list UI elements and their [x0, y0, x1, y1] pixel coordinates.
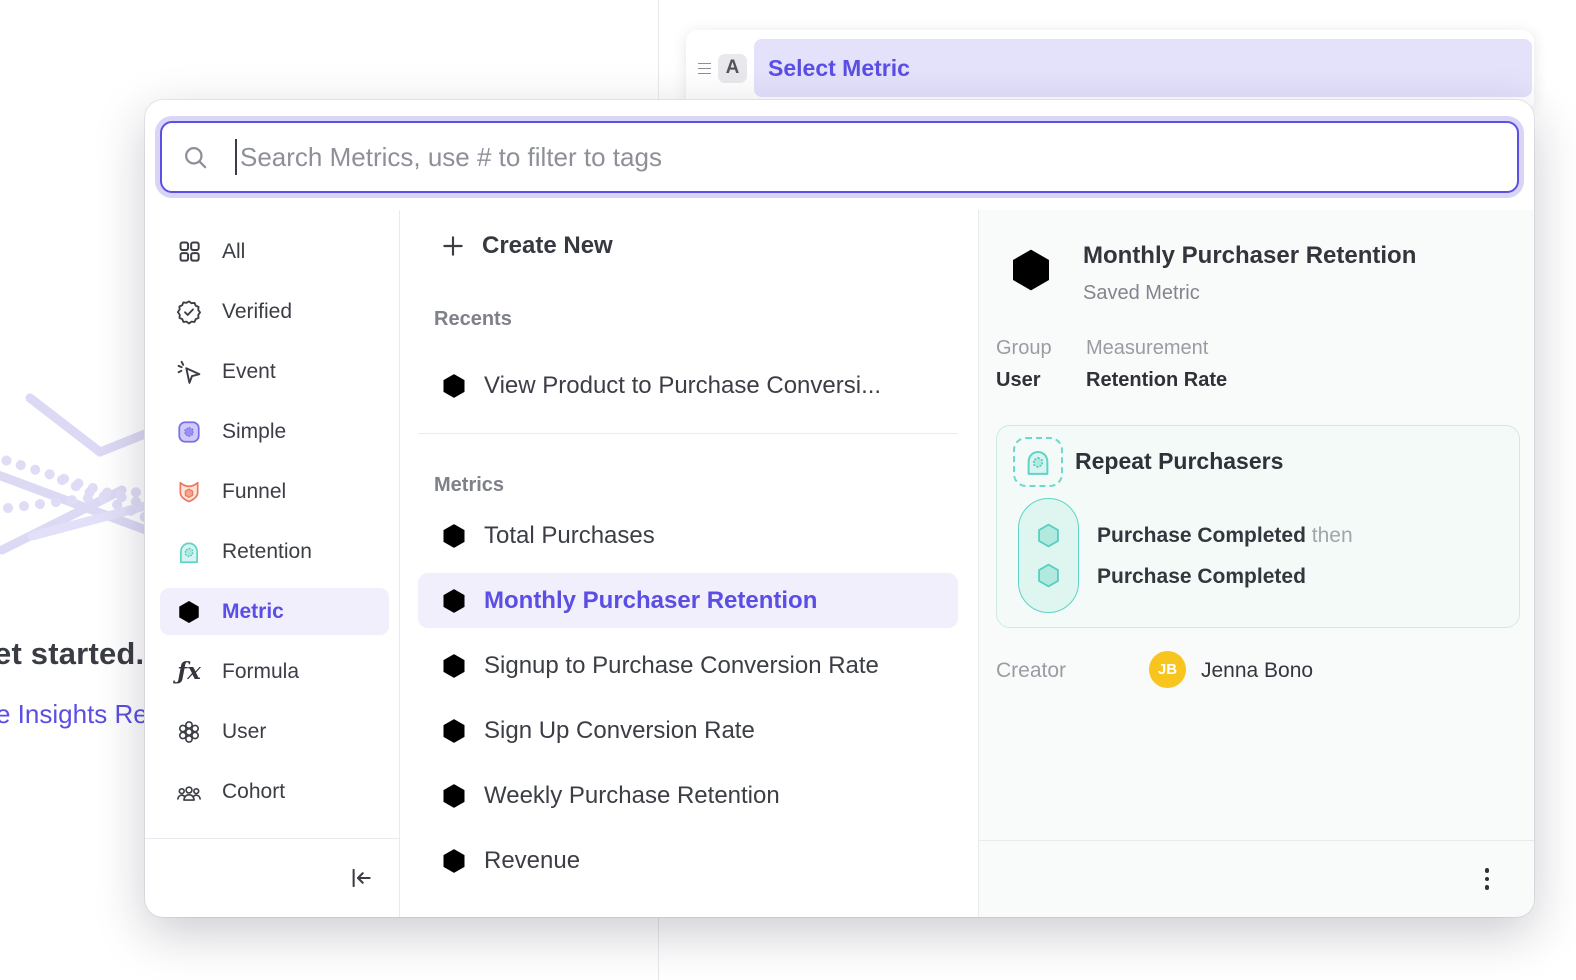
metric-row-label: Weekly Purchase Retention	[484, 782, 780, 810]
plus-icon	[440, 233, 466, 259]
sidebar-item-verified[interactable]: Verified	[160, 288, 389, 335]
sidebar-item-label: Verified	[222, 300, 292, 324]
background-link-partial[interactable]: e Insights Re	[0, 699, 148, 730]
definition-step-2: Purchase Completed	[1097, 565, 1306, 589]
measurement-label: Measurement	[1086, 337, 1208, 360]
sidebar-item-retention[interactable]: Retention	[160, 528, 389, 575]
metric-hexagon-icon	[176, 599, 202, 625]
step-connector: then	[1312, 524, 1353, 547]
metric-hexagon-icon	[440, 782, 468, 810]
metric-row-label: Monthly Purchaser Retention	[484, 587, 817, 615]
metric-row-label: Sign Up Conversion Rate	[484, 717, 755, 745]
funnel-icon	[176, 479, 202, 505]
search-bar[interactable]	[160, 121, 1519, 193]
creator-avatar: JB	[1149, 651, 1186, 688]
sidebar-item-label: User	[222, 720, 266, 744]
select-metric-button[interactable]: Select Metric	[754, 39, 1532, 97]
metric-row-monthly-purchaser-retention[interactable]: Monthly Purchaser Retention	[418, 573, 958, 628]
create-new-button[interactable]: Create New	[418, 224, 958, 268]
funnel-metric-hexagon-icon	[440, 372, 468, 400]
group-label: Group	[996, 337, 1052, 360]
details-subtitle: Saved Metric	[1083, 282, 1200, 305]
step-hexagon-icon	[1034, 561, 1063, 590]
drag-handle-icon[interactable]	[692, 63, 716, 74]
recents-header: Recents	[434, 308, 978, 332]
metric-row-label: Signup to Purchase Conversion Rate	[484, 652, 879, 680]
definition-step-1: Purchase Completed then	[1097, 524, 1353, 548]
sidebar-item-all[interactable]: All	[160, 228, 389, 275]
create-new-label: Create New	[482, 232, 613, 260]
sidebar-item-label: All	[222, 240, 245, 264]
retention-icon	[176, 539, 202, 565]
user-cluster-icon	[176, 719, 202, 745]
recent-metric-row[interactable]: View Product to Purchase Conversi...	[418, 358, 958, 413]
search-input[interactable]	[240, 142, 1497, 173]
group-value: User	[996, 369, 1040, 392]
sidebar-item-label: Simple	[222, 420, 286, 444]
metric-row-label: Revenue	[484, 847, 580, 875]
series-a-badge: A	[718, 54, 747, 83]
sidebar-item-label: Metric	[222, 600, 284, 624]
sidebar-item-event[interactable]: Event	[160, 348, 389, 395]
metric-row-weekly-purchase-retention[interactable]: Weekly Purchase Retention	[418, 768, 958, 823]
sidebar-item-label: Formula	[222, 660, 299, 684]
metric-row-total-purchases[interactable]: Total Purchases	[418, 508, 958, 563]
grid-icon	[176, 239, 202, 265]
metric-hexagon-icon	[440, 847, 468, 875]
metric-picker-modal: All Verified Event	[145, 100, 1534, 917]
metric-hexagon-icon	[1007, 246, 1055, 294]
metric-hexagon-icon	[440, 717, 468, 745]
measurement-value: Retention Rate	[1086, 369, 1227, 392]
step-hexagon-icon	[1034, 521, 1063, 550]
details-footer	[979, 840, 1534, 917]
sidebar-item-metric[interactable]: Metric	[160, 588, 389, 635]
sidebar-item-formula[interactable]: ƒx Formula	[160, 648, 389, 695]
sidebar-item-label: Cohort	[222, 780, 285, 804]
metric-query-card: A Select Metric	[686, 30, 1534, 106]
cursor-click-icon	[176, 359, 202, 385]
sidebar-item-label: Event	[222, 360, 276, 384]
select-metric-label: Select Metric	[768, 55, 910, 82]
list-divider	[418, 433, 958, 434]
sidebar-item-label: Funnel	[222, 480, 286, 504]
search-icon	[182, 144, 209, 171]
sidebar-footer	[145, 838, 399, 917]
sidebar-item-simple[interactable]: Simple	[160, 408, 389, 455]
metric-list-column: Create New Recents View Product to Purch…	[400, 210, 978, 917]
text-caret	[235, 139, 237, 175]
step-sequence-capsule	[1018, 498, 1079, 613]
sidebar-item-user[interactable]: User	[160, 708, 389, 755]
type-filter-sidebar: All Verified Event	[145, 210, 400, 917]
more-options-icon[interactable]	[1476, 865, 1498, 893]
recent-metric-label: View Product to Purchase Conversi...	[484, 372, 881, 400]
simple-metric-icon	[176, 419, 202, 445]
creator-name: Jenna Bono	[1201, 659, 1313, 683]
metric-row-signup-to-purchase[interactable]: Signup to Purchase Conversion Rate	[418, 638, 958, 693]
metric-hexagon-icon	[440, 652, 468, 680]
creator-label: Creator	[996, 659, 1066, 683]
collapse-left-icon[interactable]	[347, 865, 377, 893]
details-title: Monthly Purchaser Retention	[1083, 242, 1416, 270]
metric-hexagon-icon	[440, 522, 468, 550]
sidebar-item-cohort[interactable]: Cohort	[160, 768, 389, 815]
formula-icon: ƒx	[176, 659, 202, 685]
sidebar-item-label: Retention	[222, 540, 312, 564]
metrics-header: Metrics	[434, 474, 978, 498]
metric-hexagon-icon	[440, 587, 468, 615]
retention-dashed-icon	[1013, 437, 1063, 487]
verified-badge-icon	[176, 299, 202, 325]
metric-row-revenue[interactable]: Revenue	[418, 833, 958, 888]
metric-details-panel: Monthly Purchaser Retention Saved Metric…	[978, 210, 1534, 917]
sidebar-item-funnel[interactable]: Funnel	[160, 468, 389, 515]
metric-definition-card: Repeat Purchasers Purchase Completed the…	[996, 425, 1520, 628]
background-heading-partial: et started.	[0, 636, 144, 672]
cohort-icon	[176, 779, 202, 805]
definition-title: Repeat Purchasers	[1075, 448, 1283, 475]
metric-row-label: Total Purchases	[484, 522, 655, 550]
metric-row-sign-up-conversion[interactable]: Sign Up Conversion Rate	[418, 703, 958, 758]
